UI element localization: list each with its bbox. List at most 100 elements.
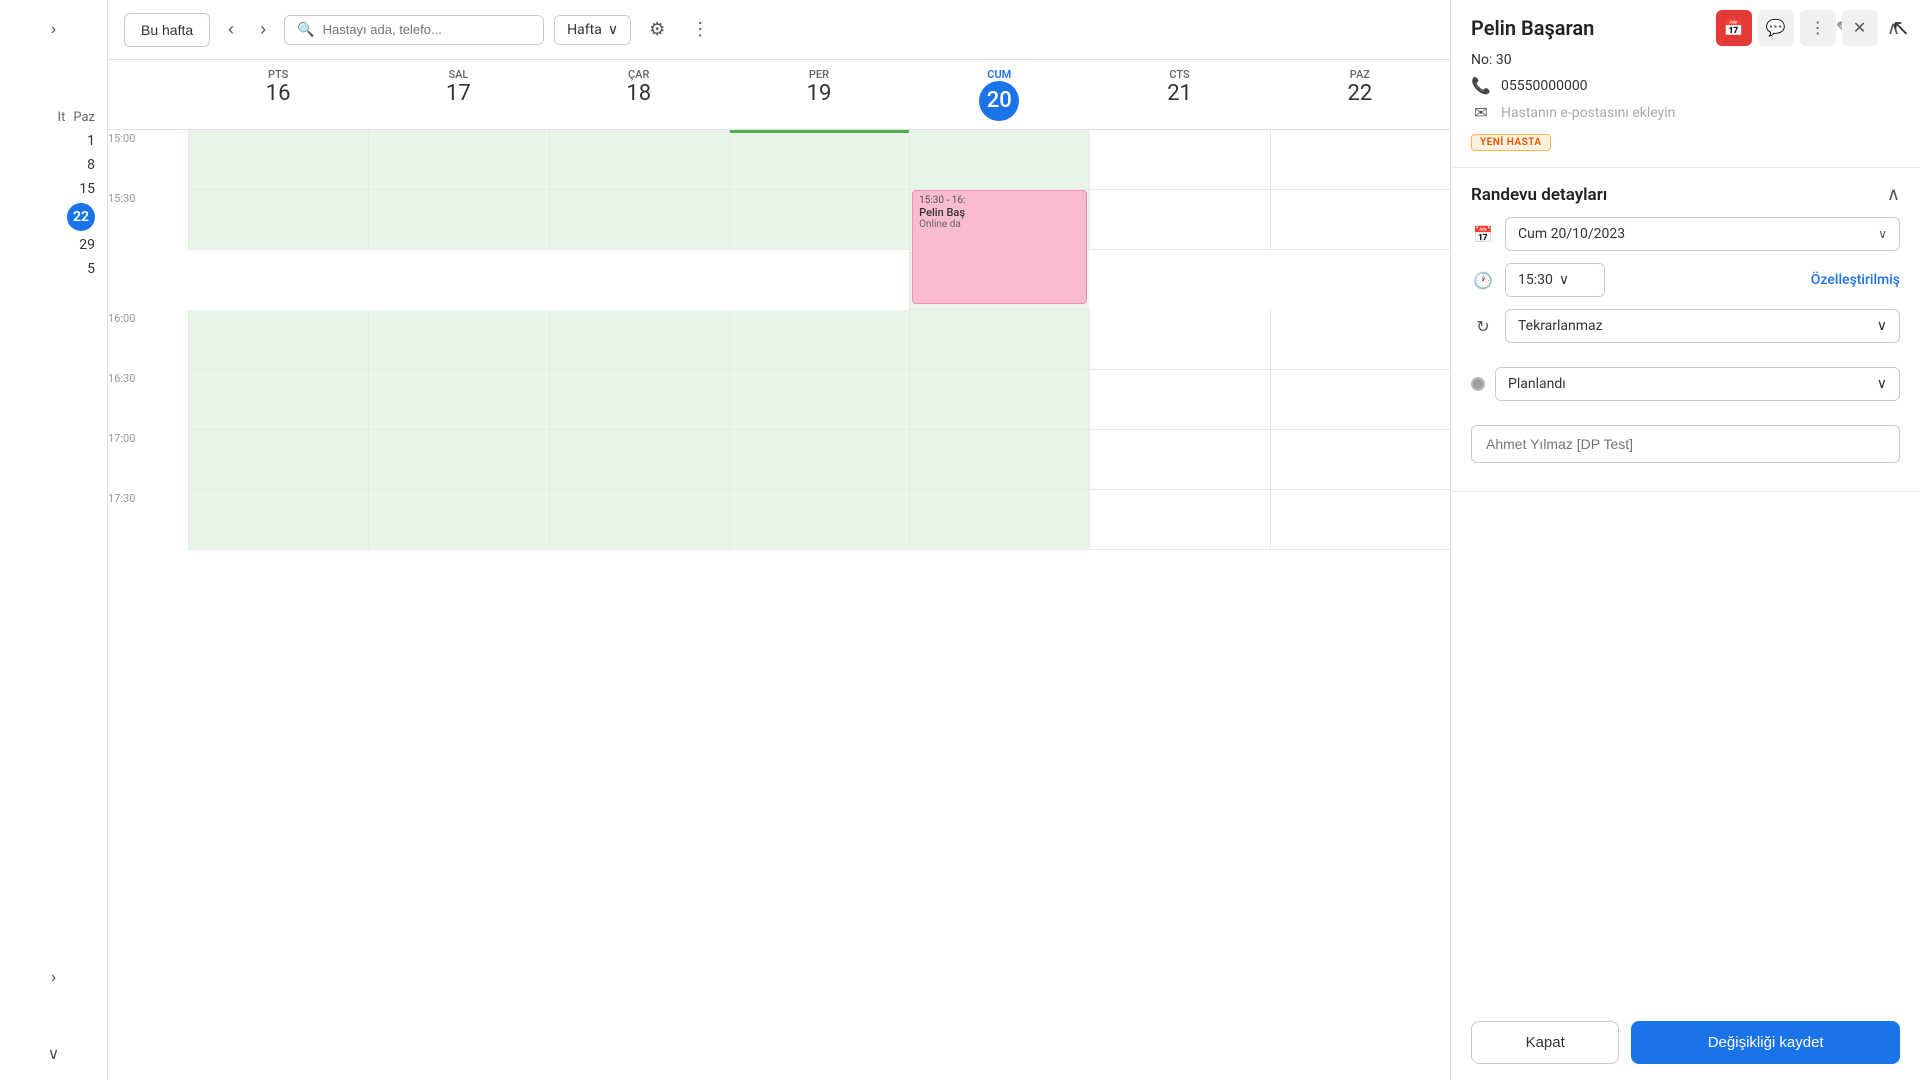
save-button[interactable]: Değişikliği kaydet	[1631, 1021, 1900, 1064]
appointment-collapse-btn[interactable]: ∧	[1887, 184, 1900, 205]
patient-email-row[interactable]: ✉ Hastanın e-postasını ekleyin	[1471, 103, 1900, 122]
day-header-per: PER 19	[729, 60, 909, 129]
day-name-cum: CUM	[913, 68, 1085, 81]
day-header-car: ÇAR 18	[549, 60, 729, 129]
doctor-input[interactable]	[1471, 425, 1900, 463]
cell-cum-1630[interactable]	[909, 370, 1089, 430]
cell-car-1730[interactable]	[549, 490, 729, 550]
appointment-section-header: Randevu detayları ∧	[1471, 184, 1900, 205]
cell-paz-1530[interactable]	[1270, 190, 1450, 250]
status-selector[interactable]: Planlandı ∨	[1495, 367, 1900, 401]
time-label-1530: 15:30	[108, 190, 188, 250]
cell-sal-1630[interactable]	[368, 370, 548, 430]
cell-cts-1530[interactable]	[1089, 190, 1269, 250]
status-row: Planlandı ∨	[1471, 367, 1900, 401]
prev-week-btn[interactable]: ‹	[220, 15, 242, 44]
search-input[interactable]	[323, 22, 532, 37]
cell-per-1730[interactable]	[729, 490, 909, 550]
cancel-button[interactable]: Kapat	[1471, 1021, 1619, 1064]
settings-btn[interactable]: ⚙	[641, 15, 673, 44]
cell-paz-1600[interactable]	[1270, 310, 1450, 370]
main-area: 📅 💬 ⋮ ✕ ↖ Bu hafta ‹ › 🔍 Hafta ∨ ⚙ ⋮	[108, 0, 1450, 1080]
cell-per-1500[interactable]	[729, 130, 909, 190]
cell-sal-1530[interactable]	[368, 190, 548, 250]
email-icon: ✉	[1471, 103, 1491, 122]
cell-cum-1730[interactable]	[909, 490, 1089, 550]
day-name-per: PER	[733, 68, 905, 81]
cell-car-1700[interactable]	[549, 430, 729, 490]
custom-label[interactable]: Özelleştirilmiş	[1811, 272, 1900, 288]
calendar-header: PTS 16 SAL 17 ÇAR 18 PER 19 CUM 20	[108, 60, 1450, 130]
time-label-1500: 15:00	[108, 130, 188, 190]
sidebar-down-btn[interactable]: ∨	[38, 1038, 70, 1070]
day-name-sal: SAL	[372, 68, 544, 81]
day-num-sal: 17	[372, 81, 544, 107]
date-selector[interactable]: Cum 20/10/2023 ∨	[1505, 217, 1900, 251]
this-week-btn[interactable]: Bu hafta	[124, 13, 210, 47]
cell-cts-1730[interactable]	[1089, 490, 1269, 550]
appointment-type: Online da	[919, 219, 1080, 230]
sidebar-date-29: 29	[67, 235, 95, 255]
cell-cts-1600[interactable]	[1089, 310, 1269, 370]
cell-per-1700[interactable]	[729, 430, 909, 490]
appointment-block[interactable]: 15:30 - 16: Pelin Baş Online da	[912, 190, 1087, 304]
patient-no-row: No: 30	[1471, 52, 1900, 68]
cell-paz-1630[interactable]	[1270, 370, 1450, 430]
sidebar-expand-btn[interactable]: ›	[38, 14, 70, 46]
appointment-time: 15:30 - 16:	[919, 195, 1080, 206]
cell-cum-1500[interactable]	[909, 130, 1089, 190]
cell-sal-1700[interactable]	[368, 430, 548, 490]
cell-pts-1700[interactable]	[188, 430, 368, 490]
new-patient-badge: YENİ HASTA	[1471, 134, 1551, 151]
cell-car-1500[interactable]	[549, 130, 729, 190]
cell-cts-1500[interactable]	[1089, 130, 1269, 190]
cell-paz-1700[interactable]	[1270, 430, 1450, 490]
cell-car-1630[interactable]	[549, 370, 729, 430]
sidebar-collapse-btn[interactable]: ›	[38, 962, 70, 994]
day-num-pts: 16	[192, 81, 364, 107]
more-btn[interactable]: ⋮	[683, 15, 717, 44]
left-sidebar: › It Paz 1 8 15 22 29 5 › ∨	[0, 0, 108, 1080]
day-num-cts: 21	[1093, 81, 1265, 107]
cell-paz-1730[interactable]	[1270, 490, 1450, 550]
cell-pts-1730[interactable]	[188, 490, 368, 550]
calendar-grid-wrapper: 15:00 15:30	[108, 130, 1450, 1080]
cell-sal-1500[interactable]	[368, 130, 548, 190]
cell-per-1530[interactable]	[729, 190, 909, 250]
cell-car-1600[interactable]	[549, 310, 729, 370]
appointment-section-title: Randevu detayları	[1471, 185, 1607, 205]
sidebar-date-15: 15	[67, 179, 95, 199]
clock-icon: 🕐	[1471, 271, 1495, 290]
cell-pts-1630[interactable]	[188, 370, 368, 430]
cell-pts-1530[interactable]	[188, 190, 368, 250]
cell-cum-1700[interactable]	[909, 430, 1089, 490]
cell-pts-1600[interactable]	[188, 310, 368, 370]
panel-footer: Kapat Değişikliği kaydet	[1451, 1005, 1920, 1080]
next-week-btn[interactable]: ›	[252, 15, 274, 44]
cell-cum-1600[interactable]	[909, 310, 1089, 370]
cell-cts-1630[interactable]	[1089, 370, 1269, 430]
time-selector[interactable]: 15:30 ∨	[1505, 263, 1605, 297]
day-name-pts: PTS	[192, 68, 364, 81]
view-selector[interactable]: Hafta ∨	[554, 15, 631, 45]
cell-cts-1700[interactable]	[1089, 430, 1269, 490]
gear-icon: ⚙	[649, 19, 665, 39]
cell-pts-1500[interactable]	[188, 130, 368, 190]
cell-sal-1730[interactable]	[368, 490, 548, 550]
cell-per-1630[interactable]	[729, 370, 909, 430]
cell-paz-1500[interactable]	[1270, 130, 1450, 190]
status-value: Planlandı	[1508, 376, 1566, 392]
repeat-selector[interactable]: Tekrarlanmaz ∨	[1505, 309, 1900, 343]
time-label-1630: 16:30	[108, 370, 188, 430]
cell-sal-1600[interactable]	[368, 310, 548, 370]
search-icon: 🔍	[297, 22, 314, 38]
cell-car-1530[interactable]	[549, 190, 729, 250]
patient-no: No: 30	[1471, 52, 1512, 68]
time-label-1600: 16:00	[108, 310, 188, 370]
right-panel: Pelin Başaran ✎ ↗ ∧ No: 30 📞 05550000000…	[1450, 0, 1920, 1080]
cell-per-1600[interactable]	[729, 310, 909, 370]
cell-cum-1530[interactable]: 15:30 - 16: Pelin Baş Online da	[909, 190, 1089, 310]
day-num-cum: 20	[979, 81, 1019, 121]
day-num-paz: 22	[1274, 81, 1446, 107]
patient-phone: 05550000000	[1501, 78, 1588, 94]
